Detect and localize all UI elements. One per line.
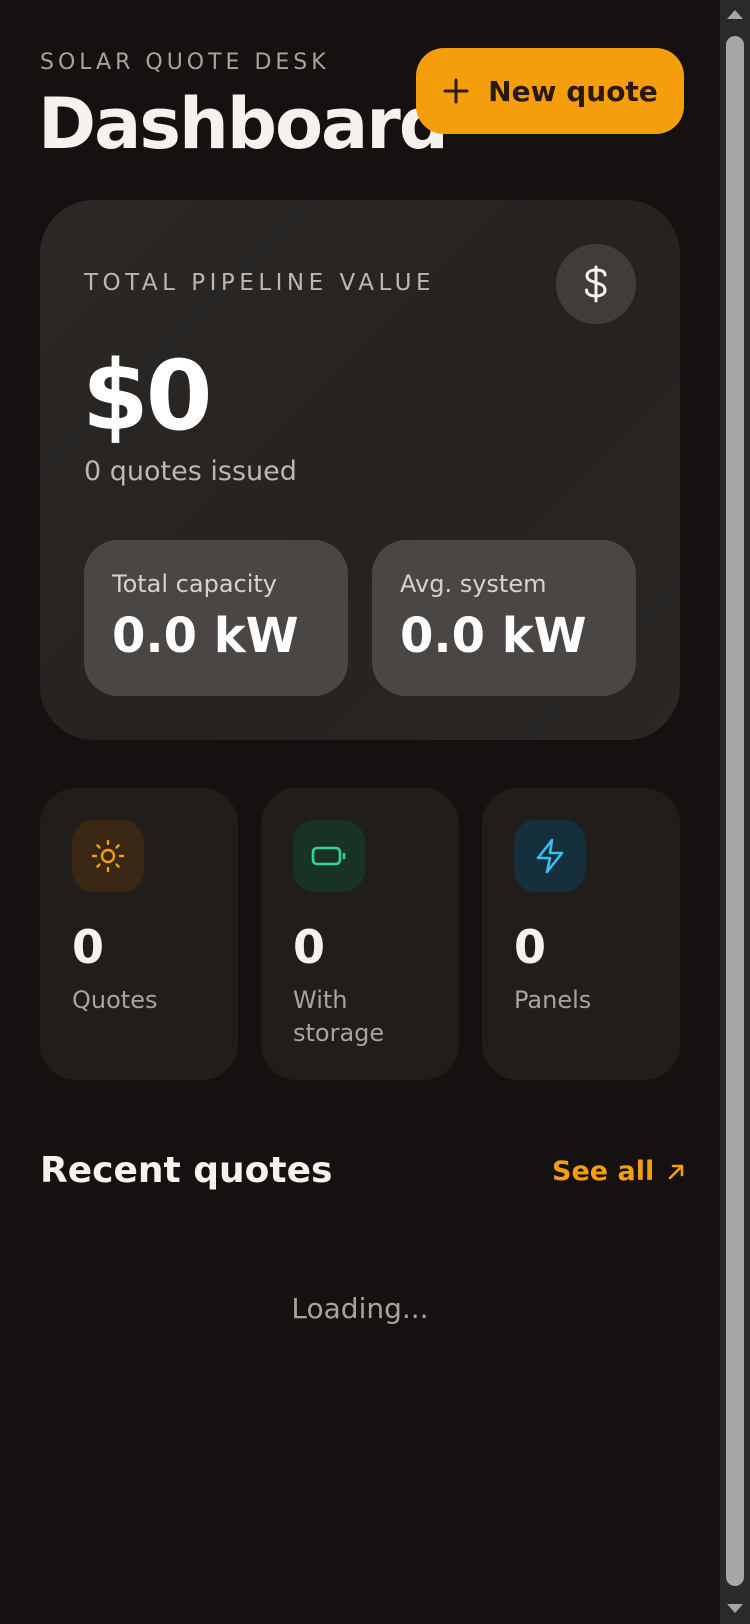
stat-tile-quotes[interactable]: 0 Quotes bbox=[40, 788, 238, 1080]
quotes-issued-text: 0 quotes issued bbox=[84, 456, 297, 487]
stat-tile-storage[interactable]: 0 With storage bbox=[261, 788, 459, 1080]
new-quote-button[interactable]: New quote bbox=[416, 48, 684, 134]
avg-system-card: Avg. system 0.0 kW bbox=[372, 540, 636, 696]
avg-system-value: 0.0 kW bbox=[400, 608, 587, 664]
see-all-link[interactable]: See all bbox=[552, 1156, 686, 1187]
panels-label: Panels bbox=[514, 986, 592, 1014]
quotes-count: 0 bbox=[72, 920, 105, 974]
scroll-up-arrow[interactable] bbox=[727, 10, 743, 19]
dashboard-screen: SOLAR QUOTE DESK Dashboard New quote TOT… bbox=[0, 0, 720, 1624]
dollar-icon bbox=[585, 265, 607, 303]
see-all-label: See all bbox=[552, 1156, 655, 1187]
battery-icon bbox=[311, 846, 346, 866]
storage-count: 0 bbox=[293, 920, 326, 974]
sun-icon bbox=[91, 839, 125, 873]
arrow-up-right-icon bbox=[668, 1164, 684, 1179]
quotes-label: Quotes bbox=[72, 986, 158, 1014]
panels-count: 0 bbox=[514, 920, 547, 974]
loading-text: Loading... bbox=[291, 1292, 429, 1325]
scrollbar-thumb[interactable] bbox=[726, 36, 744, 1586]
avg-system-label: Avg. system bbox=[400, 570, 547, 598]
lightning-icon-badge bbox=[514, 820, 586, 892]
pipeline-label: TOTAL PIPELINE VALUE bbox=[84, 270, 436, 296]
app-eyebrow: SOLAR QUOTE DESK bbox=[40, 50, 330, 75]
total-capacity-label: Total capacity bbox=[112, 570, 277, 598]
recent-quotes-heading: Recent quotes bbox=[40, 1150, 333, 1191]
stat-tile-panels[interactable]: 0 Panels bbox=[482, 788, 680, 1080]
pipeline-card: TOTAL PIPELINE VALUE $0 0 quotes issued … bbox=[40, 200, 680, 740]
scroll-down-arrow[interactable] bbox=[727, 1604, 743, 1613]
total-capacity-card: Total capacity 0.0 kW bbox=[84, 540, 348, 696]
plus-icon bbox=[443, 78, 469, 104]
new-quote-label: New quote bbox=[488, 74, 658, 108]
dollar-icon-badge bbox=[556, 244, 636, 324]
page-title: Dashboard bbox=[38, 83, 449, 165]
lightning-icon bbox=[536, 838, 564, 874]
vertical-scrollbar[interactable] bbox=[720, 0, 750, 1624]
battery-icon-badge bbox=[293, 820, 365, 892]
sun-icon-badge bbox=[72, 820, 144, 892]
storage-label: With storage bbox=[293, 986, 385, 1047]
pipeline-value: $0 bbox=[82, 340, 213, 452]
total-capacity-value: 0.0 kW bbox=[112, 608, 299, 664]
